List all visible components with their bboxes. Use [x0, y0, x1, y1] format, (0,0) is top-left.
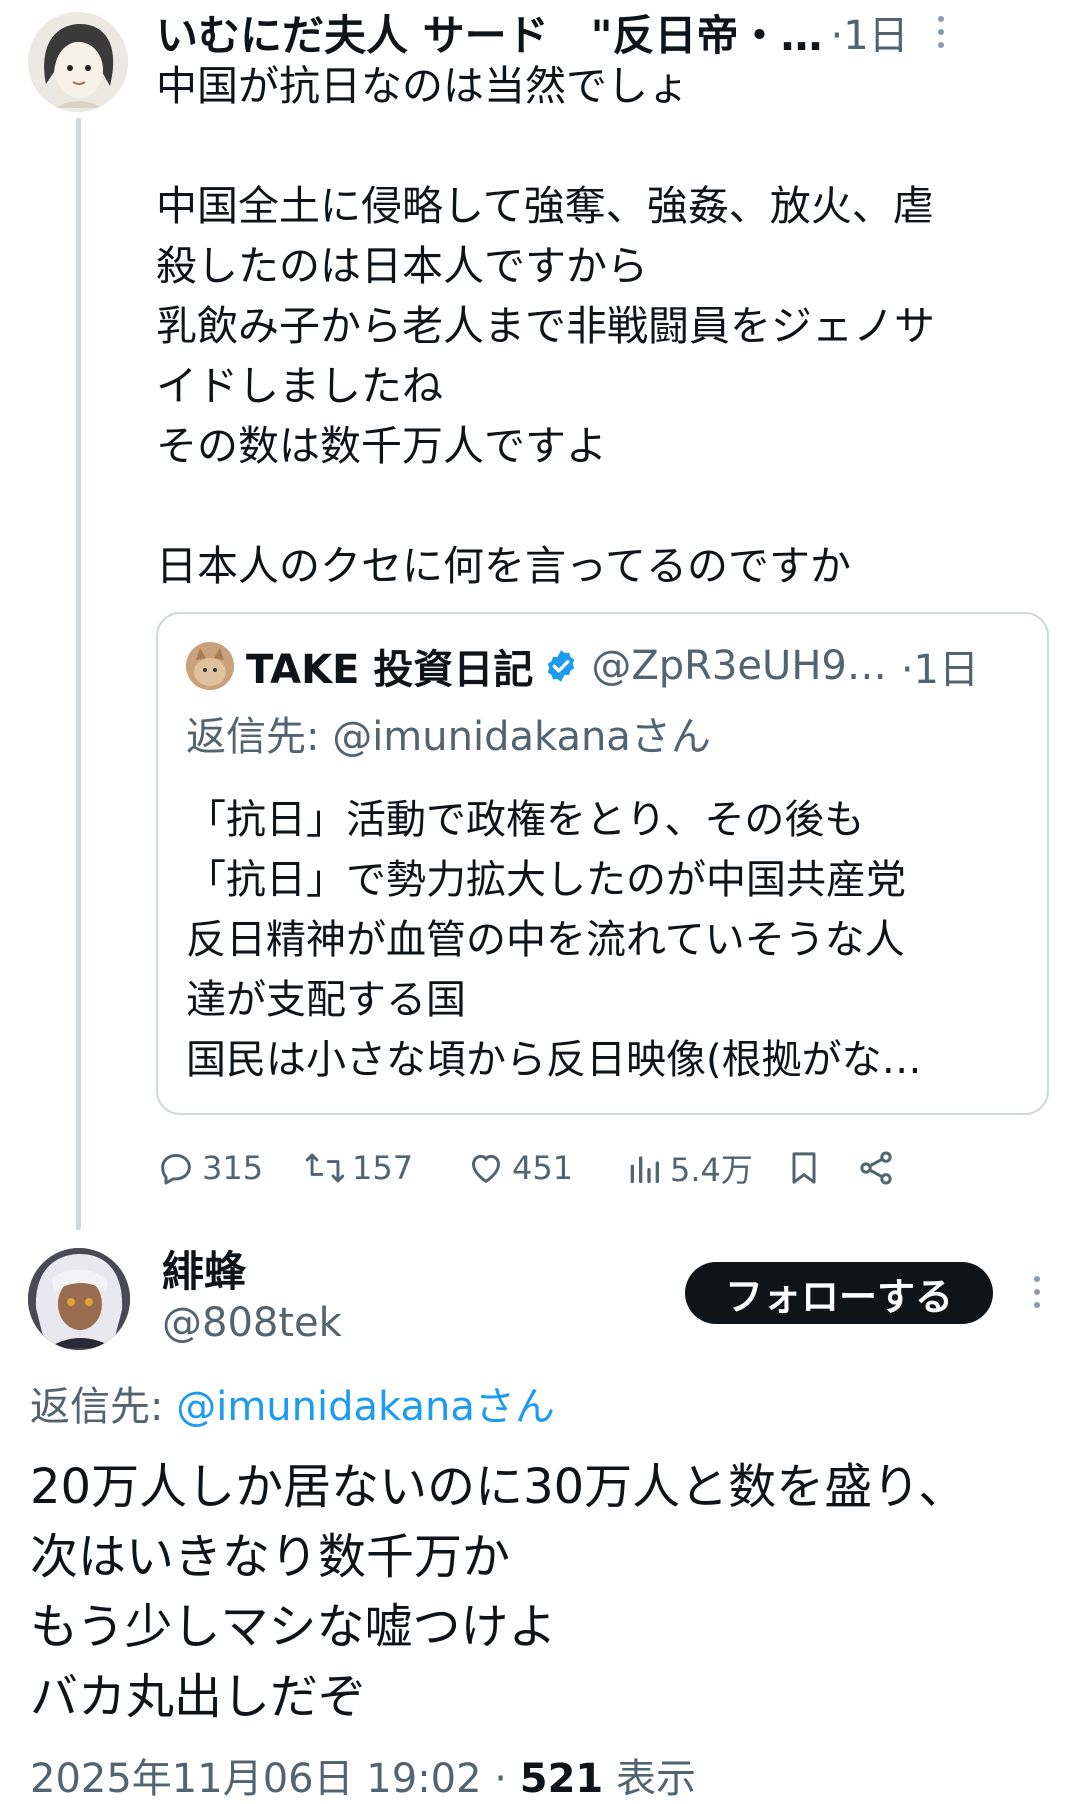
view-count: 521	[519, 1756, 604, 1802]
like-button[interactable]: 451	[466, 1140, 573, 1196]
tweet-text: 20万人しか居ないのに30万人と数を盛り、 次はいきなり数千万か もう少しマシな…	[30, 1452, 1060, 1732]
reply-icon	[161, 1154, 191, 1185]
quote-line: 「抗日」活動で政権をとり、その後も	[186, 797, 865, 843]
avatar-illustration	[28, 12, 128, 112]
reply-to-label: 返信先:	[30, 1384, 177, 1430]
quote-time: ·1日	[900, 647, 980, 693]
tweet-text: 中国が抗日なのは当然でしょ 中国全土に侵略して強奪、強姦、放火、虐 殺したのは日…	[156, 56, 1036, 596]
tweet-line: その数は数千万人ですよ	[156, 422, 607, 470]
analytics-bar-icon	[630, 1156, 659, 1183]
tweet-line: 20万人しか居ないのに30万人と数を盛り、	[30, 1459, 967, 1515]
quote-display-name: TAKE 投資日記	[246, 647, 534, 693]
reply-count: 315	[202, 1149, 264, 1187]
display-name[interactable]: いむにだ夫人 サード "反日帝・…	[156, 4, 823, 60]
view-label: 表示	[603, 1756, 696, 1802]
quote-line: 「抗日」で勢力拡大したのが中国共産党	[186, 857, 906, 903]
quote-text: 「抗日」活動で政権をとり、その後も 「抗日」で勢力拡大したのが中国共産党 反日精…	[186, 790, 1026, 1090]
more-options-icon[interactable]	[926, 12, 956, 52]
quote-reply-to: 返信先: @imunidakanaさん	[186, 714, 711, 760]
view-count: 5.4万	[670, 1151, 753, 1189]
tweet-line: 殺したのは日本人ですから	[156, 242, 648, 290]
quote-header: TAKE 投資日記 @ZpR3eUH9… ·1日	[186, 638, 1026, 694]
avatar[interactable]	[28, 1248, 130, 1350]
verified-badge-icon	[548, 650, 575, 682]
tweet-line: 中国全土に侵略して強奪、強姦、放火、虐	[156, 182, 934, 230]
cat-avatar-icon	[186, 642, 234, 690]
avatar[interactable]	[28, 12, 128, 112]
bookmark-icon	[792, 1152, 816, 1184]
tweet-metadata: 2025年11月06日 19:02 · 521 表示	[30, 1746, 696, 1804]
reply-button[interactable]: 315	[156, 1140, 263, 1196]
quote-avatar	[186, 642, 234, 690]
timestamp[interactable]: 2025年11月06日 19:02 ·	[30, 1756, 520, 1802]
tweet-line: イドしましたね	[156, 362, 443, 410]
retweet-button[interactable]: 157	[304, 1140, 413, 1196]
tweet-line: バカ丸出しだぞ	[30, 1669, 367, 1725]
more-options-icon[interactable]	[1022, 1272, 1052, 1312]
heart-icon	[472, 1154, 500, 1183]
quote-handle: @ZpR3eUH9…	[591, 643, 887, 689]
user-handle[interactable]: @808tek	[162, 1300, 342, 1346]
tweet-line: 次はいきなり数千万か	[30, 1529, 511, 1585]
display-name[interactable]: 緋蜂	[162, 1238, 246, 1299]
follow-button[interactable]: フォローする	[685, 1262, 993, 1324]
retweet-icon	[305, 1153, 345, 1183]
quote-line: 達が支配する国	[186, 977, 466, 1023]
quoted-tweet-card[interactable]: TAKE 投資日記 @ZpR3eUH9… ·1日 返信先: @imunidaka…	[156, 612, 1049, 1115]
share-button[interactable]	[856, 1140, 902, 1196]
quote-line: 国民は小さな頃から反日映像(根拠がな…	[186, 1037, 922, 1083]
views-button[interactable]: 5.4万	[624, 1140, 753, 1196]
tweet-header: いむにだ夫人 サード "反日帝・… ·1日	[156, 4, 956, 60]
tweet-action-bar: 315 157 451 5.4万	[156, 1140, 1036, 1196]
tweet-line: 乳飲み子から老人まで非戦闘員をジェノサ	[156, 302, 935, 350]
thread-line	[76, 118, 81, 1230]
share-icon	[860, 1151, 892, 1185]
quote-line: 反日精神が血管の中を流れていそうな人	[186, 917, 905, 963]
reply-to-handle-link[interactable]: @imunidakanaさん	[176, 1384, 555, 1430]
retweet-count: 157	[352, 1149, 414, 1187]
tweet-time[interactable]: ·1日	[831, 4, 909, 60]
bookmark-button[interactable]	[784, 1140, 830, 1196]
tweet-line: 日本人のクセに何を言ってるのですか	[156, 542, 851, 590]
like-count: 451	[512, 1149, 574, 1187]
reply-to: 返信先: @imunidakanaさん	[30, 1374, 555, 1432]
tweet-line: もう少しマシな嘘つけよ	[30, 1599, 557, 1655]
tweet-line: 中国が抗日なのは当然でしょ	[156, 62, 689, 110]
avatar-illustration	[28, 1248, 130, 1350]
